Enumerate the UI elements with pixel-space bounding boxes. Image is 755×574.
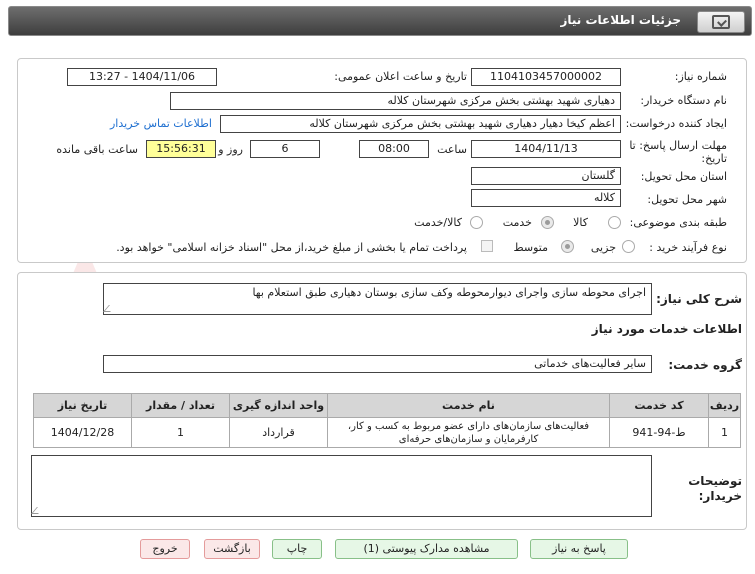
description-field: اجرای محوطه سازی واجرای دیوارمحوطه وکف س…: [103, 283, 652, 315]
col-header-need-date: تاریخ نیاز: [33, 393, 132, 418]
view-attachments-button[interactable]: مشاهده مدارک پیوستی (1): [335, 539, 518, 559]
remaining-days-label: روز و: [218, 143, 243, 156]
category-option-goods-service: کالا/خدمت: [414, 216, 462, 229]
buyer-org-field: دهیاری شهید بهشتی بخش مرکزی شهرستان کلال…: [170, 92, 621, 110]
request-creator-label: ایجاد کننده درخواست:: [625, 117, 727, 130]
category-radio-goods-service[interactable]: [470, 216, 483, 229]
city-label: شهر محل تحویل:: [647, 193, 727, 206]
purchase-option-minor: جزیی: [590, 241, 616, 254]
col-header-service-code: کد خدمت: [609, 393, 709, 418]
category-option-service: خدمت: [502, 216, 532, 229]
request-creator-field: اعظم کیخا دهیار دهیاری شهید بهشتی بخش مر…: [220, 115, 621, 133]
need-number-field: 1104103457000002: [471, 68, 621, 86]
deadline-time-label: ساعت: [437, 143, 467, 156]
buyer-notes-label: توضیحات خریدار:: [688, 474, 742, 503]
buyer-notes-field: [31, 455, 652, 517]
description-label: شرح کلی نیاز:: [656, 292, 742, 306]
announce-datetime-label: تاریخ و ساعت اعلان عمومی:: [334, 70, 467, 83]
print-button[interactable]: چاپ: [272, 539, 322, 559]
service-group-field: سایر فعالیت‌های خدماتی: [103, 355, 652, 373]
deadline-label: مهلت ارسال پاسخ: تا تاریخ:: [629, 139, 727, 165]
resize-grip-icon[interactable]: [103, 305, 116, 312]
table-row: 1 ط-94-941 فعالیت‌های سازمان‌های دارای ع…: [33, 417, 741, 448]
remaining-time-field: 15:56:31: [146, 140, 216, 158]
purchase-radio-medium[interactable]: [561, 240, 574, 253]
province-field: گلستان: [471, 167, 621, 185]
purchase-option-medium: متوسط: [513, 241, 548, 254]
window-titlebar: جزئیات اطلاعات نیاز: [8, 6, 752, 36]
purchase-radio-minor[interactable]: [622, 240, 635, 253]
back-list-icon[interactable]: [697, 11, 745, 33]
description-text: اجرای محوطه سازی واجرای دیوارمحوطه وکف س…: [252, 286, 646, 299]
purchase-type-label: نوع فرآیند خرید :: [649, 241, 727, 254]
category-radio-goods[interactable]: [608, 216, 621, 229]
payment-note: پرداخت تمام یا بخشی از مبلغ خرید،از محل …: [116, 241, 467, 254]
cell-need-date: 1404/12/28: [33, 417, 132, 448]
col-header-service-name: نام خدمت: [327, 393, 610, 418]
col-header-row-number: ردیف: [708, 393, 741, 418]
treasury-bonds-checkbox[interactable]: [481, 240, 493, 252]
category-label: طبقه بندی موضوعی:: [629, 216, 727, 229]
category-option-goods: کالا: [573, 216, 588, 229]
services-heading: اطلاعات خدمات مورد نیاز: [591, 322, 742, 336]
cell-service-name: فعالیت‌های سازمان‌های دارای عضو مربوط به…: [327, 417, 610, 448]
category-radio-service[interactable]: [541, 216, 554, 229]
resize-grip-icon[interactable]: [31, 507, 44, 514]
reply-button[interactable]: پاسخ به نیاز: [530, 539, 628, 559]
table-header-row: ردیف کد خدمت نام خدمت واحد اندازه گیری ت…: [33, 393, 741, 418]
deadline-time-field: 08:00: [359, 140, 429, 158]
city-field: کلاله: [471, 189, 621, 207]
cell-unit: قرارداد: [229, 417, 328, 448]
remaining-time-label: ساعت باقی مانده: [56, 143, 138, 156]
deadline-date-field: 1404/11/13: [471, 140, 621, 158]
buyer-org-label: نام دستگاه خریدار:: [640, 94, 727, 107]
cell-row-number: 1: [708, 417, 741, 448]
services-table: ردیف کد خدمت نام خدمت واحد اندازه گیری ت…: [33, 393, 741, 448]
province-label: استان محل تحویل:: [640, 170, 727, 183]
window-title: جزئیات اطلاعات نیاز: [560, 13, 681, 27]
back-button[interactable]: بازگشت: [204, 539, 260, 559]
announce-datetime-field: 1404/11/06 - 13:27: [67, 68, 217, 86]
col-header-unit: واحد اندازه گیری: [229, 393, 328, 418]
remaining-days-field: 6: [250, 140, 320, 158]
cell-quantity: 1: [131, 417, 230, 448]
exit-button[interactable]: خروج: [140, 539, 190, 559]
service-group-label: گروه خدمت:: [668, 358, 742, 372]
col-header-quantity: تعداد / مقدار: [131, 393, 230, 418]
need-number-label: شماره نیاز:: [674, 70, 727, 83]
cell-service-code: ط-94-941: [609, 417, 709, 448]
buyer-contact-link[interactable]: اطلاعات تماس خریدار: [110, 117, 212, 130]
